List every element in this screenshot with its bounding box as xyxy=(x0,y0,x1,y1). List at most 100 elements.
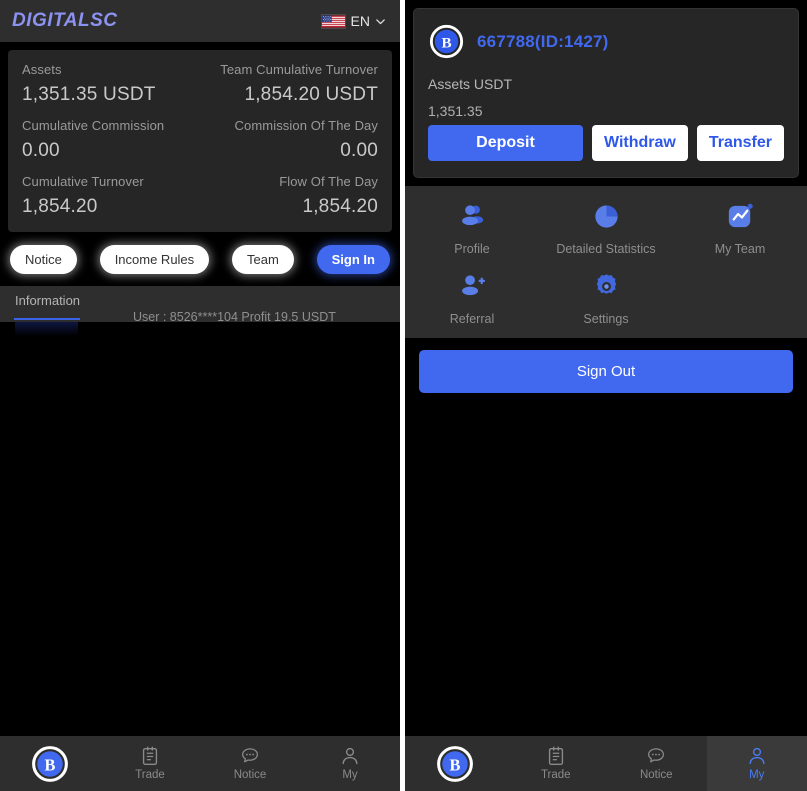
svg-text:B: B xyxy=(45,755,56,774)
us-flag-icon xyxy=(320,13,346,29)
stat-labels-row-2: Cumulative Commission Commission Of The … xyxy=(22,118,378,133)
nav-home-logo[interactable]: B xyxy=(0,736,100,791)
nav-notice-label: Notice xyxy=(233,769,267,782)
right-panel: B 667788(ID:1427) Assets USDT 1,351.35 D… xyxy=(405,0,807,791)
income-rules-button[interactable]: Income Rules xyxy=(99,245,210,274)
watermark-text: XXX.CN xyxy=(515,336,697,338)
sign-out-section: Sign Out xyxy=(405,338,807,393)
gear-icon xyxy=(596,274,616,294)
nav-notice[interactable]: Notice xyxy=(200,736,300,791)
left-bottom-nav: B Trade Notice My xyxy=(0,735,400,791)
stat-values-row-3: 1,854.20 1,854.20 xyxy=(22,189,378,218)
stats-card: Assets Team Cumulative Turnover 1,351.35… xyxy=(8,50,392,232)
profit-ticker: User : 8526****104 Profit 19.5 USDT xyxy=(133,310,336,322)
withdraw-button[interactable]: Withdraw xyxy=(592,125,688,161)
profile-people-icon xyxy=(461,205,483,226)
stat-label-cumulative-commission: Cumulative Commission xyxy=(22,118,165,133)
stat-labels-row-3: Cumulative Turnover Flow Of The Day xyxy=(22,174,378,189)
team-button[interactable]: Team xyxy=(232,245,294,274)
account-card-section: B 667788(ID:1427) Assets USDT 1,351.35 D… xyxy=(405,0,807,186)
right-bottom-nav: B Trade Notice My xyxy=(405,735,807,791)
quick-actions-row: Notice Income Rules Team Sign In xyxy=(0,232,400,286)
add-person-icon xyxy=(461,275,485,296)
account-id-text: 667788(ID:1427) xyxy=(477,31,609,51)
tab-information[interactable]: Information xyxy=(15,293,80,315)
chevron-down-icon xyxy=(376,18,385,24)
menu-item-my-team-label: My Team xyxy=(714,242,766,256)
menu-item-detailed-statistics[interactable]: Detailed Statistics xyxy=(539,200,673,256)
right-content-area xyxy=(405,393,807,735)
brand-logo: DIGITALSC xyxy=(12,10,118,31)
account-actions: Deposit Withdraw Transfer xyxy=(428,125,784,161)
stat-label-cumulative-turnover: Cumulative Turnover xyxy=(22,174,144,189)
stat-values-row-1: 1,351.35 USDT 1,854.20 USDT xyxy=(22,77,378,106)
menu-item-settings[interactable]: Settings xyxy=(539,270,673,326)
menu-item-profile[interactable]: Profile xyxy=(405,200,539,256)
transfer-button[interactable]: Transfer xyxy=(696,125,784,161)
deposit-button[interactable]: Deposit xyxy=(428,125,583,161)
stat-value-team-cumulative-turnover: 1,854.20 USDT xyxy=(244,84,378,105)
user-icon xyxy=(342,748,358,765)
notice-chat-icon xyxy=(242,748,258,763)
pie-chart-icon xyxy=(594,205,618,228)
tab-underline-glow xyxy=(15,322,78,336)
stat-value-flow-of-the-day: 1,854.20 xyxy=(302,196,378,217)
stat-label-commission-of-the-day: Commission Of The Day xyxy=(234,118,378,133)
team-chart-icon xyxy=(728,203,753,228)
stat-value-assets: 1,351.35 USDT xyxy=(22,84,156,105)
sign-in-button[interactable]: Sign In xyxy=(316,245,390,274)
nav-notice[interactable]: Notice xyxy=(606,736,707,791)
stat-label-flow-of-the-day: Flow Of The Day xyxy=(279,174,378,189)
language-selector[interactable]: EN xyxy=(320,13,386,29)
stat-value-cumulative-turnover: 1,854.20 xyxy=(22,196,98,217)
sign-out-button[interactable]: Sign Out xyxy=(419,350,793,393)
svg-text:B: B xyxy=(441,35,451,51)
menu-item-referral-label: Referral xyxy=(449,312,495,326)
nav-notice-label: Notice xyxy=(639,769,673,782)
bitcoin-logo-icon: B xyxy=(429,24,464,59)
account-card: B 667788(ID:1427) Assets USDT 1,351.35 D… xyxy=(413,8,799,178)
bitcoin-logo-icon: B xyxy=(32,745,68,782)
menu-item-referral[interactable]: Referral xyxy=(405,270,539,326)
nav-my-label: My xyxy=(342,769,358,782)
trade-icon xyxy=(142,746,158,766)
notice-chat-icon xyxy=(648,748,665,763)
notice-button[interactable]: Notice xyxy=(10,245,77,274)
assets-value: 1,351.35 xyxy=(428,103,483,119)
nav-my-label: My xyxy=(749,769,765,782)
stat-labels-row-1: Assets Team Cumulative Turnover xyxy=(22,62,378,77)
menu-item-detailed-statistics-label: Detailed Statistics xyxy=(556,242,656,256)
menu-item-profile-label: Profile xyxy=(454,242,490,256)
left-content-area xyxy=(0,322,400,735)
menu-grid-filler xyxy=(673,270,807,326)
nav-my[interactable]: My xyxy=(300,736,400,791)
app-screen: DIGITALSC EN Assets Team Cumulative Turn… xyxy=(0,0,807,791)
menu-item-settings-label: Settings xyxy=(583,312,629,326)
nav-trade[interactable]: Trade xyxy=(100,736,200,791)
stat-label-assets: Assets xyxy=(22,62,62,77)
stat-label-team-cumulative-turnover: Team Cumulative Turnover xyxy=(220,62,378,77)
trade-icon xyxy=(548,746,563,766)
nav-my[interactable]: My xyxy=(706,736,807,791)
menu-item-my-team[interactable]: My Team xyxy=(673,200,807,256)
stats-section: Assets Team Cumulative Turnover 1,351.35… xyxy=(0,42,400,232)
svg-text:B: B xyxy=(450,755,461,774)
bitcoin-logo-icon: B xyxy=(437,745,474,782)
information-tab-bar: Information User : 8526****104 Profit 19… xyxy=(0,286,400,322)
menu-grid-section: XXX.CN Profile xyxy=(405,186,807,338)
nav-trade[interactable]: Trade xyxy=(506,736,607,791)
left-panel: DIGITALSC EN Assets Team Cumulative Turn… xyxy=(0,0,400,791)
stat-value-commission-of-the-day: 0.00 xyxy=(340,140,378,161)
left-header: DIGITALSC EN xyxy=(0,0,400,42)
nav-trade-label: Trade xyxy=(540,769,571,782)
user-icon xyxy=(749,748,765,765)
stat-value-cumulative-commission: 0.00 xyxy=(22,140,60,161)
assets-label: Assets USDT xyxy=(428,76,513,92)
account-identity: B 667788(ID:1427) xyxy=(428,23,784,60)
tab-active-underline xyxy=(14,318,80,320)
menu-grid: Profile Detailed Statistics My Team Refe… xyxy=(405,200,807,326)
language-label: EN xyxy=(350,13,370,29)
stat-values-row-2: 0.00 0.00 xyxy=(22,133,378,162)
nav-home-logo[interactable]: B xyxy=(405,736,506,791)
nav-trade-label: Trade xyxy=(135,769,165,782)
